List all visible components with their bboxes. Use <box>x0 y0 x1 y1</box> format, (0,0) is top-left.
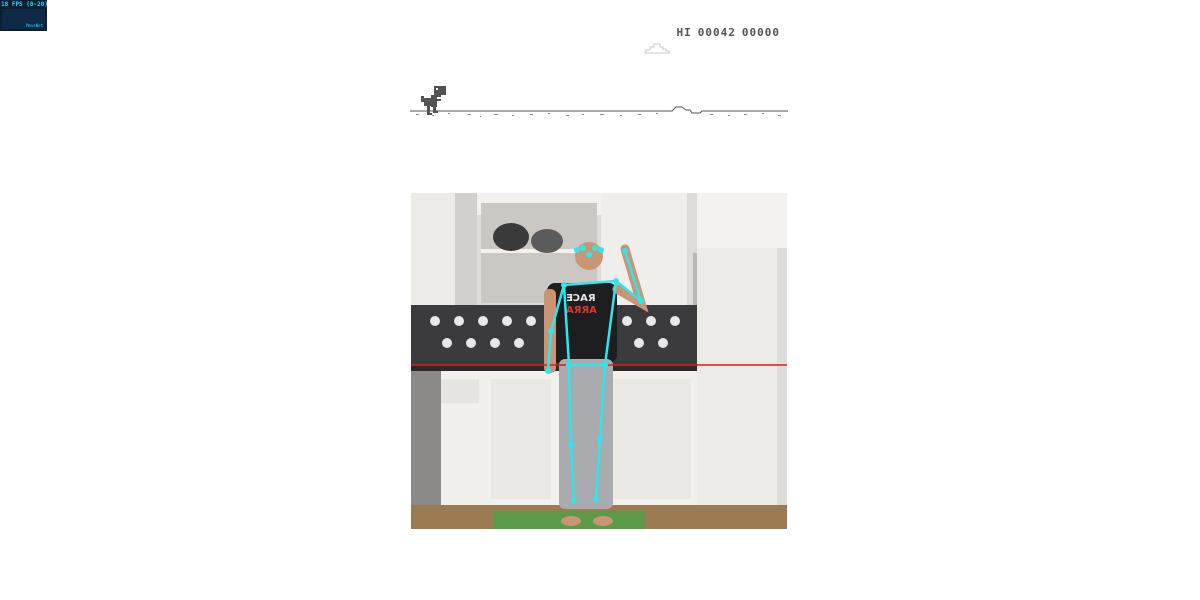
pot <box>531 229 563 253</box>
keypoint <box>593 496 599 502</box>
keypoint <box>571 498 577 504</box>
keypoint <box>638 298 644 304</box>
refrigerator <box>697 248 777 529</box>
score-display: HI 00042 00000 <box>671 26 781 39</box>
keypoint <box>586 252 592 258</box>
keypoint <box>548 328 554 334</box>
keypoint <box>561 282 567 288</box>
hi-score: 00042 <box>697 26 736 39</box>
keypoint <box>622 248 628 254</box>
shirt-print: ƎƆAЯ <box>566 293 596 304</box>
keypoint <box>602 362 608 368</box>
fps-graph-label: MoveNet <box>26 23 43 28</box>
cloud-icon <box>644 43 670 54</box>
oven <box>411 371 441 505</box>
current-score: 00000 <box>741 26 780 39</box>
keypoint <box>580 245 586 251</box>
fps-stats-panel[interactable]: 18 FPS (0-20) MoveNet <box>0 0 48 31</box>
keypoint <box>613 278 619 284</box>
pose-overlay: ƎƆAЯ AЯЯA <box>411 193 787 529</box>
ground-line <box>410 106 788 117</box>
fps-graph: MoveNet <box>2 9 45 29</box>
fps-readout: 18 FPS (0-20) <box>1 1 48 8</box>
keypoint <box>574 247 580 253</box>
keypoint <box>597 436 603 442</box>
shirt-print: AЯЯA <box>566 305 597 316</box>
keypoint <box>568 442 574 448</box>
keypoint <box>545 368 551 374</box>
keypoint <box>598 247 604 253</box>
hi-label: HI <box>676 26 692 39</box>
dino-game-canvas[interactable]: HI 00042 00000 <box>410 20 788 130</box>
keypoint <box>592 245 598 251</box>
webcam-feed: ƎƆAЯ AЯЯA <box>411 193 787 529</box>
keypoint <box>566 362 572 368</box>
pot <box>493 223 529 251</box>
